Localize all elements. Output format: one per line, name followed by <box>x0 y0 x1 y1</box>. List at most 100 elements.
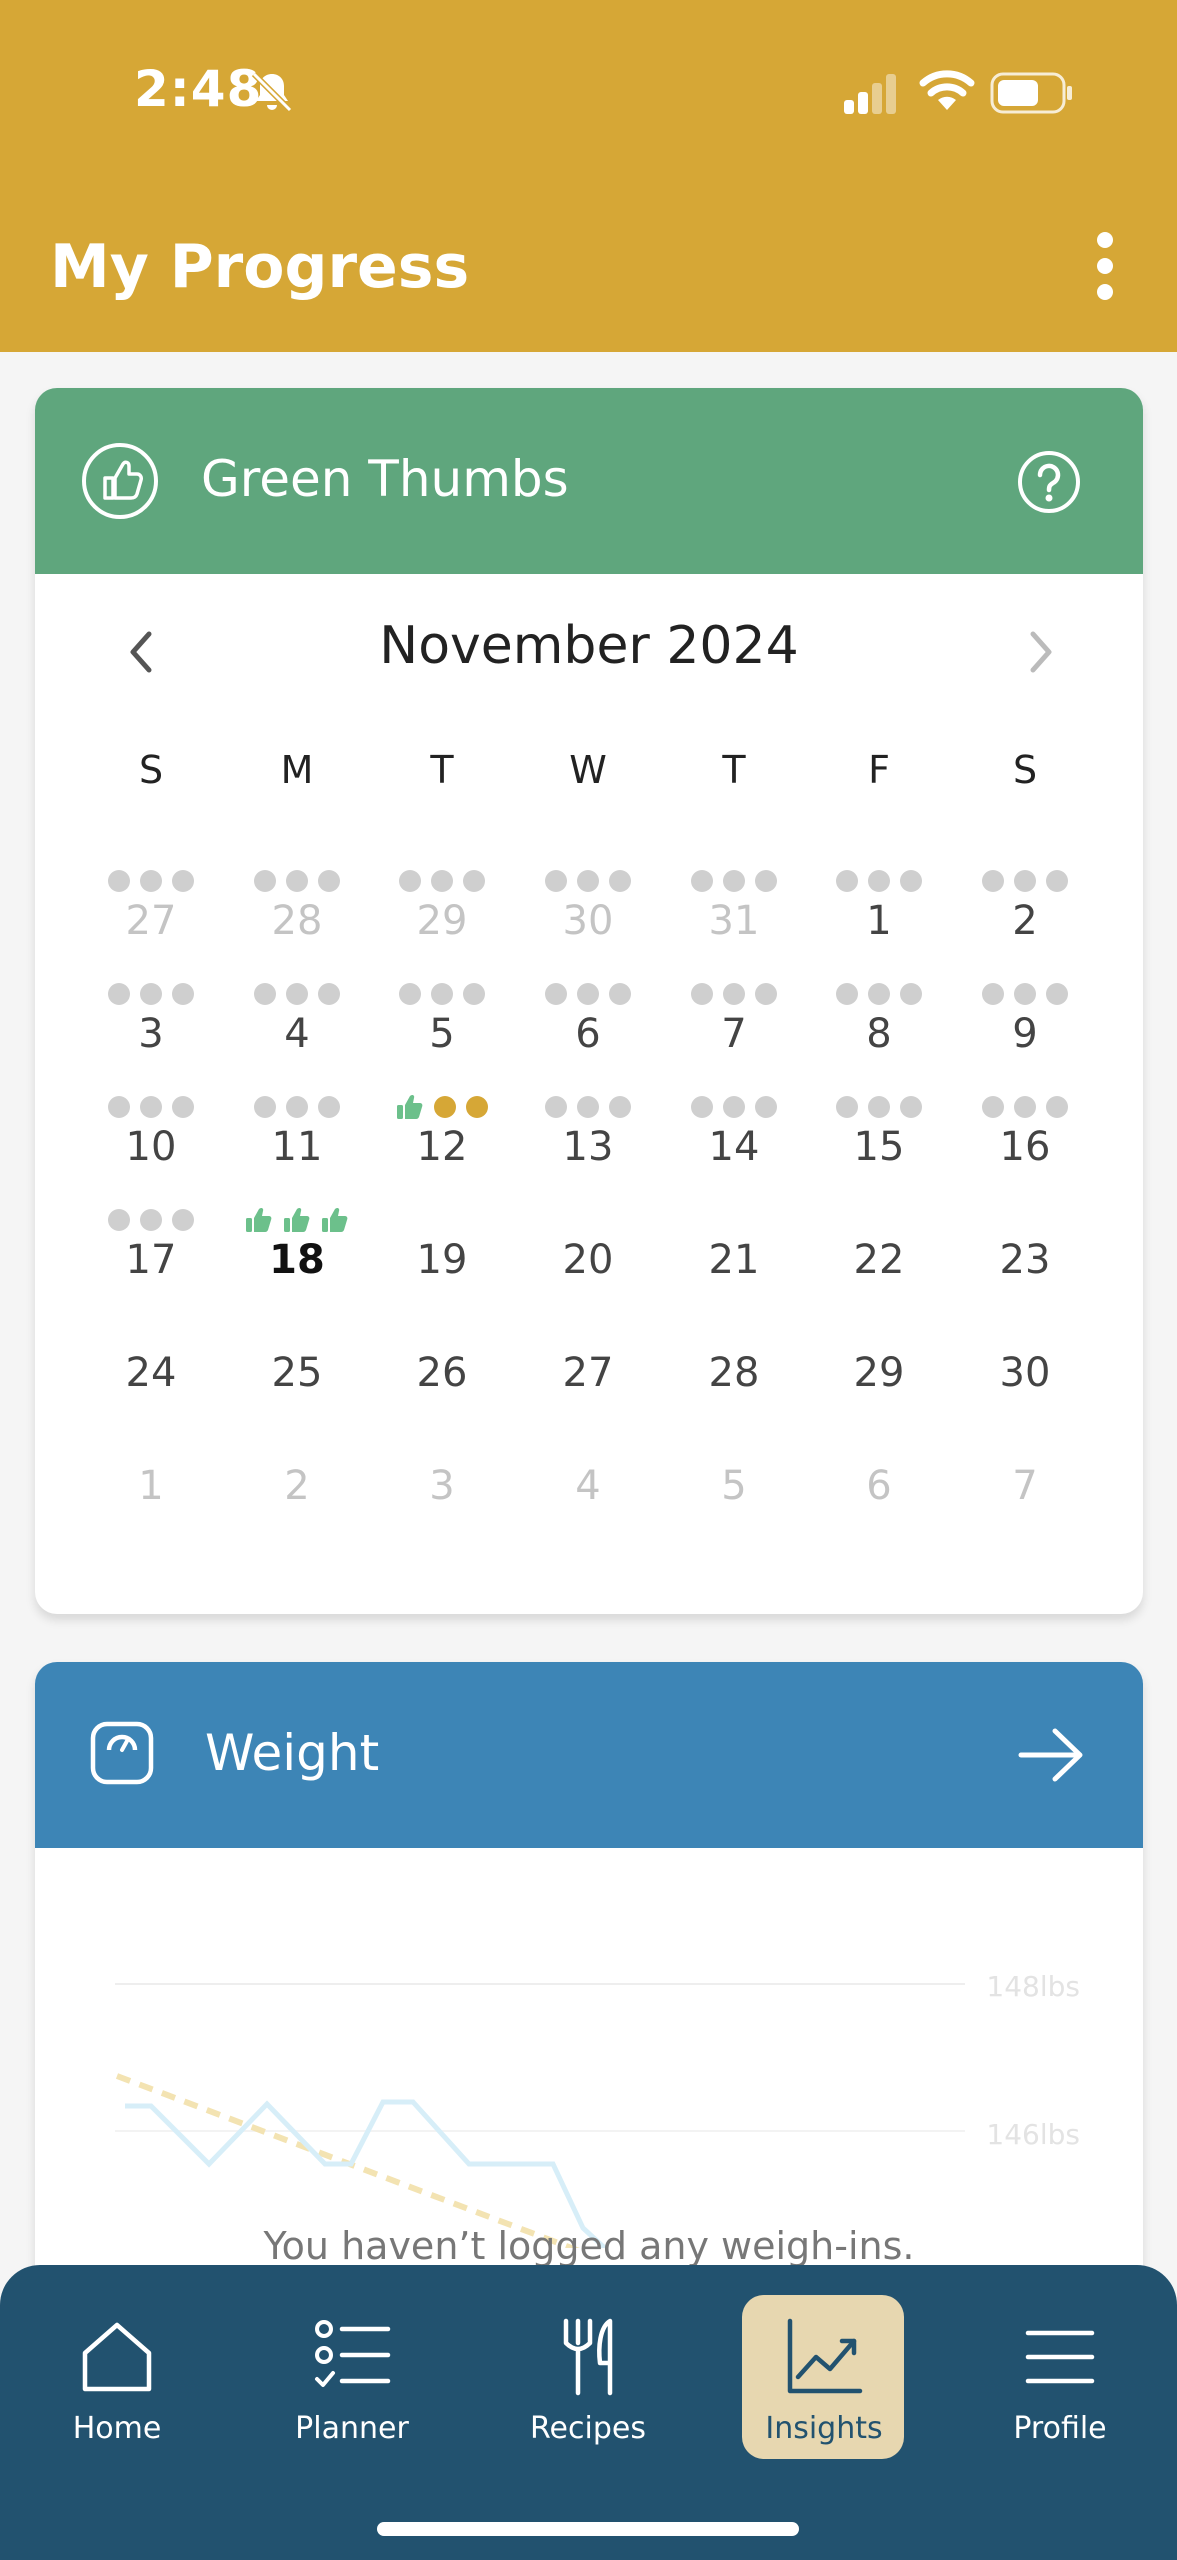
calendar-day[interactable]: 5 <box>661 1433 807 1545</box>
calendar-day[interactable]: 6 <box>515 981 661 1093</box>
day-status-marks <box>806 1207 952 1233</box>
nav-recipes[interactable]: Recipes <box>488 2295 688 2495</box>
calendar-day[interactable]: 27 <box>78 868 224 980</box>
empty-dot <box>254 983 276 1005</box>
empty-dot <box>286 870 308 892</box>
calendar-day[interactable]: 14 <box>661 1094 807 1206</box>
calendar-day[interactable]: 30 <box>515 868 661 980</box>
month-label: November 2024 <box>379 616 799 676</box>
calendar-day[interactable]: 27 <box>515 1320 661 1432</box>
empty-dot <box>286 983 308 1005</box>
calendar-day[interactable]: 20 <box>515 1207 661 1319</box>
calendar-day[interactable]: 2 <box>224 1433 370 1545</box>
more-vertical-icon[interactable] <box>1090 230 1120 302</box>
calendar-day[interactable]: 3 <box>78 981 224 1093</box>
empty-dot <box>140 1209 162 1231</box>
nav-profile[interactable]: Profile <box>960 2295 1160 2495</box>
nav-label: Planner <box>295 2411 409 2446</box>
nav-home[interactable]: Home <box>17 2295 217 2495</box>
empty-dot <box>399 870 421 892</box>
calendar-day[interactable]: 29 <box>369 868 515 980</box>
calendar-day[interactable]: 24 <box>78 1320 224 1432</box>
calendar-day[interactable]: 13 <box>515 1094 661 1206</box>
day-number: 7 <box>1012 1463 1038 1509</box>
calendar-day[interactable]: 7 <box>952 1433 1098 1545</box>
calendar-day[interactable]: 31 <box>661 868 807 980</box>
day-number: 12 <box>416 1124 468 1170</box>
cellular-signal-icon <box>844 74 896 114</box>
nav-planner[interactable]: Planner <box>252 2295 452 2495</box>
day-status-marks <box>78 981 224 1007</box>
calendar-day[interactable]: 30 <box>952 1320 1098 1432</box>
calendar-day[interactable]: 28 <box>661 1320 807 1432</box>
calendar-day[interactable]: 29 <box>806 1320 952 1432</box>
day-status-marks <box>661 981 807 1007</box>
day-status-marks <box>224 1094 370 1120</box>
day-number: 9 <box>1012 1011 1038 1057</box>
scale-icon <box>90 1721 154 1785</box>
calendar-day[interactable]: 15 <box>806 1094 952 1206</box>
calendar-day[interactable]: 16 <box>952 1094 1098 1206</box>
calendar-day[interactable]: 3 <box>369 1433 515 1545</box>
calendar-day[interactable]: 6 <box>806 1433 952 1545</box>
day-status-marks <box>369 1320 515 1346</box>
calendar-day[interactable]: 9 <box>952 981 1098 1093</box>
day-status-marks <box>661 1433 807 1459</box>
help-icon[interactable] <box>1017 450 1081 514</box>
nav-insights[interactable]: Insights <box>724 2295 924 2495</box>
day-status-marks <box>952 868 1098 894</box>
weight-header[interactable]: Weight <box>35 1662 1143 1848</box>
day-status-marks <box>515 868 661 894</box>
green-thumb-icon <box>245 1207 273 1233</box>
calendar-day[interactable]: 1 <box>78 1433 224 1545</box>
y-tick-label: 146lbs <box>986 2118 1080 2151</box>
day-number: 7 <box>721 1011 747 1057</box>
day-number: 24 <box>125 1350 177 1396</box>
nav-label: Insights <box>765 2411 883 2446</box>
weekday-label: S <box>138 748 164 792</box>
calendar-day[interactable]: 4 <box>224 981 370 1093</box>
chevron-right-icon[interactable] <box>1021 628 1061 676</box>
day-number: 15 <box>853 1124 905 1170</box>
calendar-day[interactable]: 8 <box>806 981 952 1093</box>
green-thumb-icon <box>283 1207 311 1233</box>
nav-label: Home <box>72 2411 162 2446</box>
arrow-right-icon[interactable] <box>1017 1724 1087 1786</box>
calendar-day[interactable]: 2 <box>952 868 1098 980</box>
menu-icon <box>1025 2330 1095 2384</box>
battery-icon <box>990 72 1072 114</box>
empty-dot <box>431 870 453 892</box>
calendar-day[interactable]: 23 <box>952 1207 1098 1319</box>
empty-dot <box>545 870 567 892</box>
day-number: 6 <box>575 1011 601 1057</box>
app-header: 2:48 My Progress <box>0 0 1177 352</box>
calendar-day[interactable]: 25 <box>224 1320 370 1432</box>
empty-dot <box>108 1096 130 1118</box>
weekday-label: M <box>280 748 314 792</box>
empty-dot <box>900 983 922 1005</box>
calendar-day[interactable]: 28 <box>224 868 370 980</box>
calendar-day[interactable]: 7 <box>661 981 807 1093</box>
day-status-marks <box>806 981 952 1007</box>
day-status-marks <box>661 1094 807 1120</box>
calendar-day[interactable]: 10 <box>78 1094 224 1206</box>
calendar-day[interactable]: 26 <box>369 1320 515 1432</box>
weekday-label: W <box>569 748 607 792</box>
day-status-marks <box>78 868 224 894</box>
calendar-day[interactable]: 1 <box>806 868 952 980</box>
day-status-marks <box>515 981 661 1007</box>
weight-chart-placeholder: 148lbs 146lbs 144lbs <box>115 1970 1080 2248</box>
calendar-day[interactable]: 22 <box>806 1207 952 1319</box>
calendar-day[interactable]: 5 <box>369 981 515 1093</box>
calendar-day[interactable]: 19 <box>369 1207 515 1319</box>
empty-dot <box>755 1096 777 1118</box>
empty-dot <box>1014 983 1036 1005</box>
calendar-day[interactable]: 21 <box>661 1207 807 1319</box>
empty-dot <box>609 983 631 1005</box>
empty-dot <box>108 983 130 1005</box>
calendar-day[interactable]: 11 <box>224 1094 370 1206</box>
calendar-day[interactable]: 12 <box>369 1094 515 1206</box>
calendar-day[interactable]: 17 <box>78 1207 224 1319</box>
calendar-day[interactable]: 18 <box>224 1207 370 1319</box>
calendar-day[interactable]: 4 <box>515 1433 661 1545</box>
